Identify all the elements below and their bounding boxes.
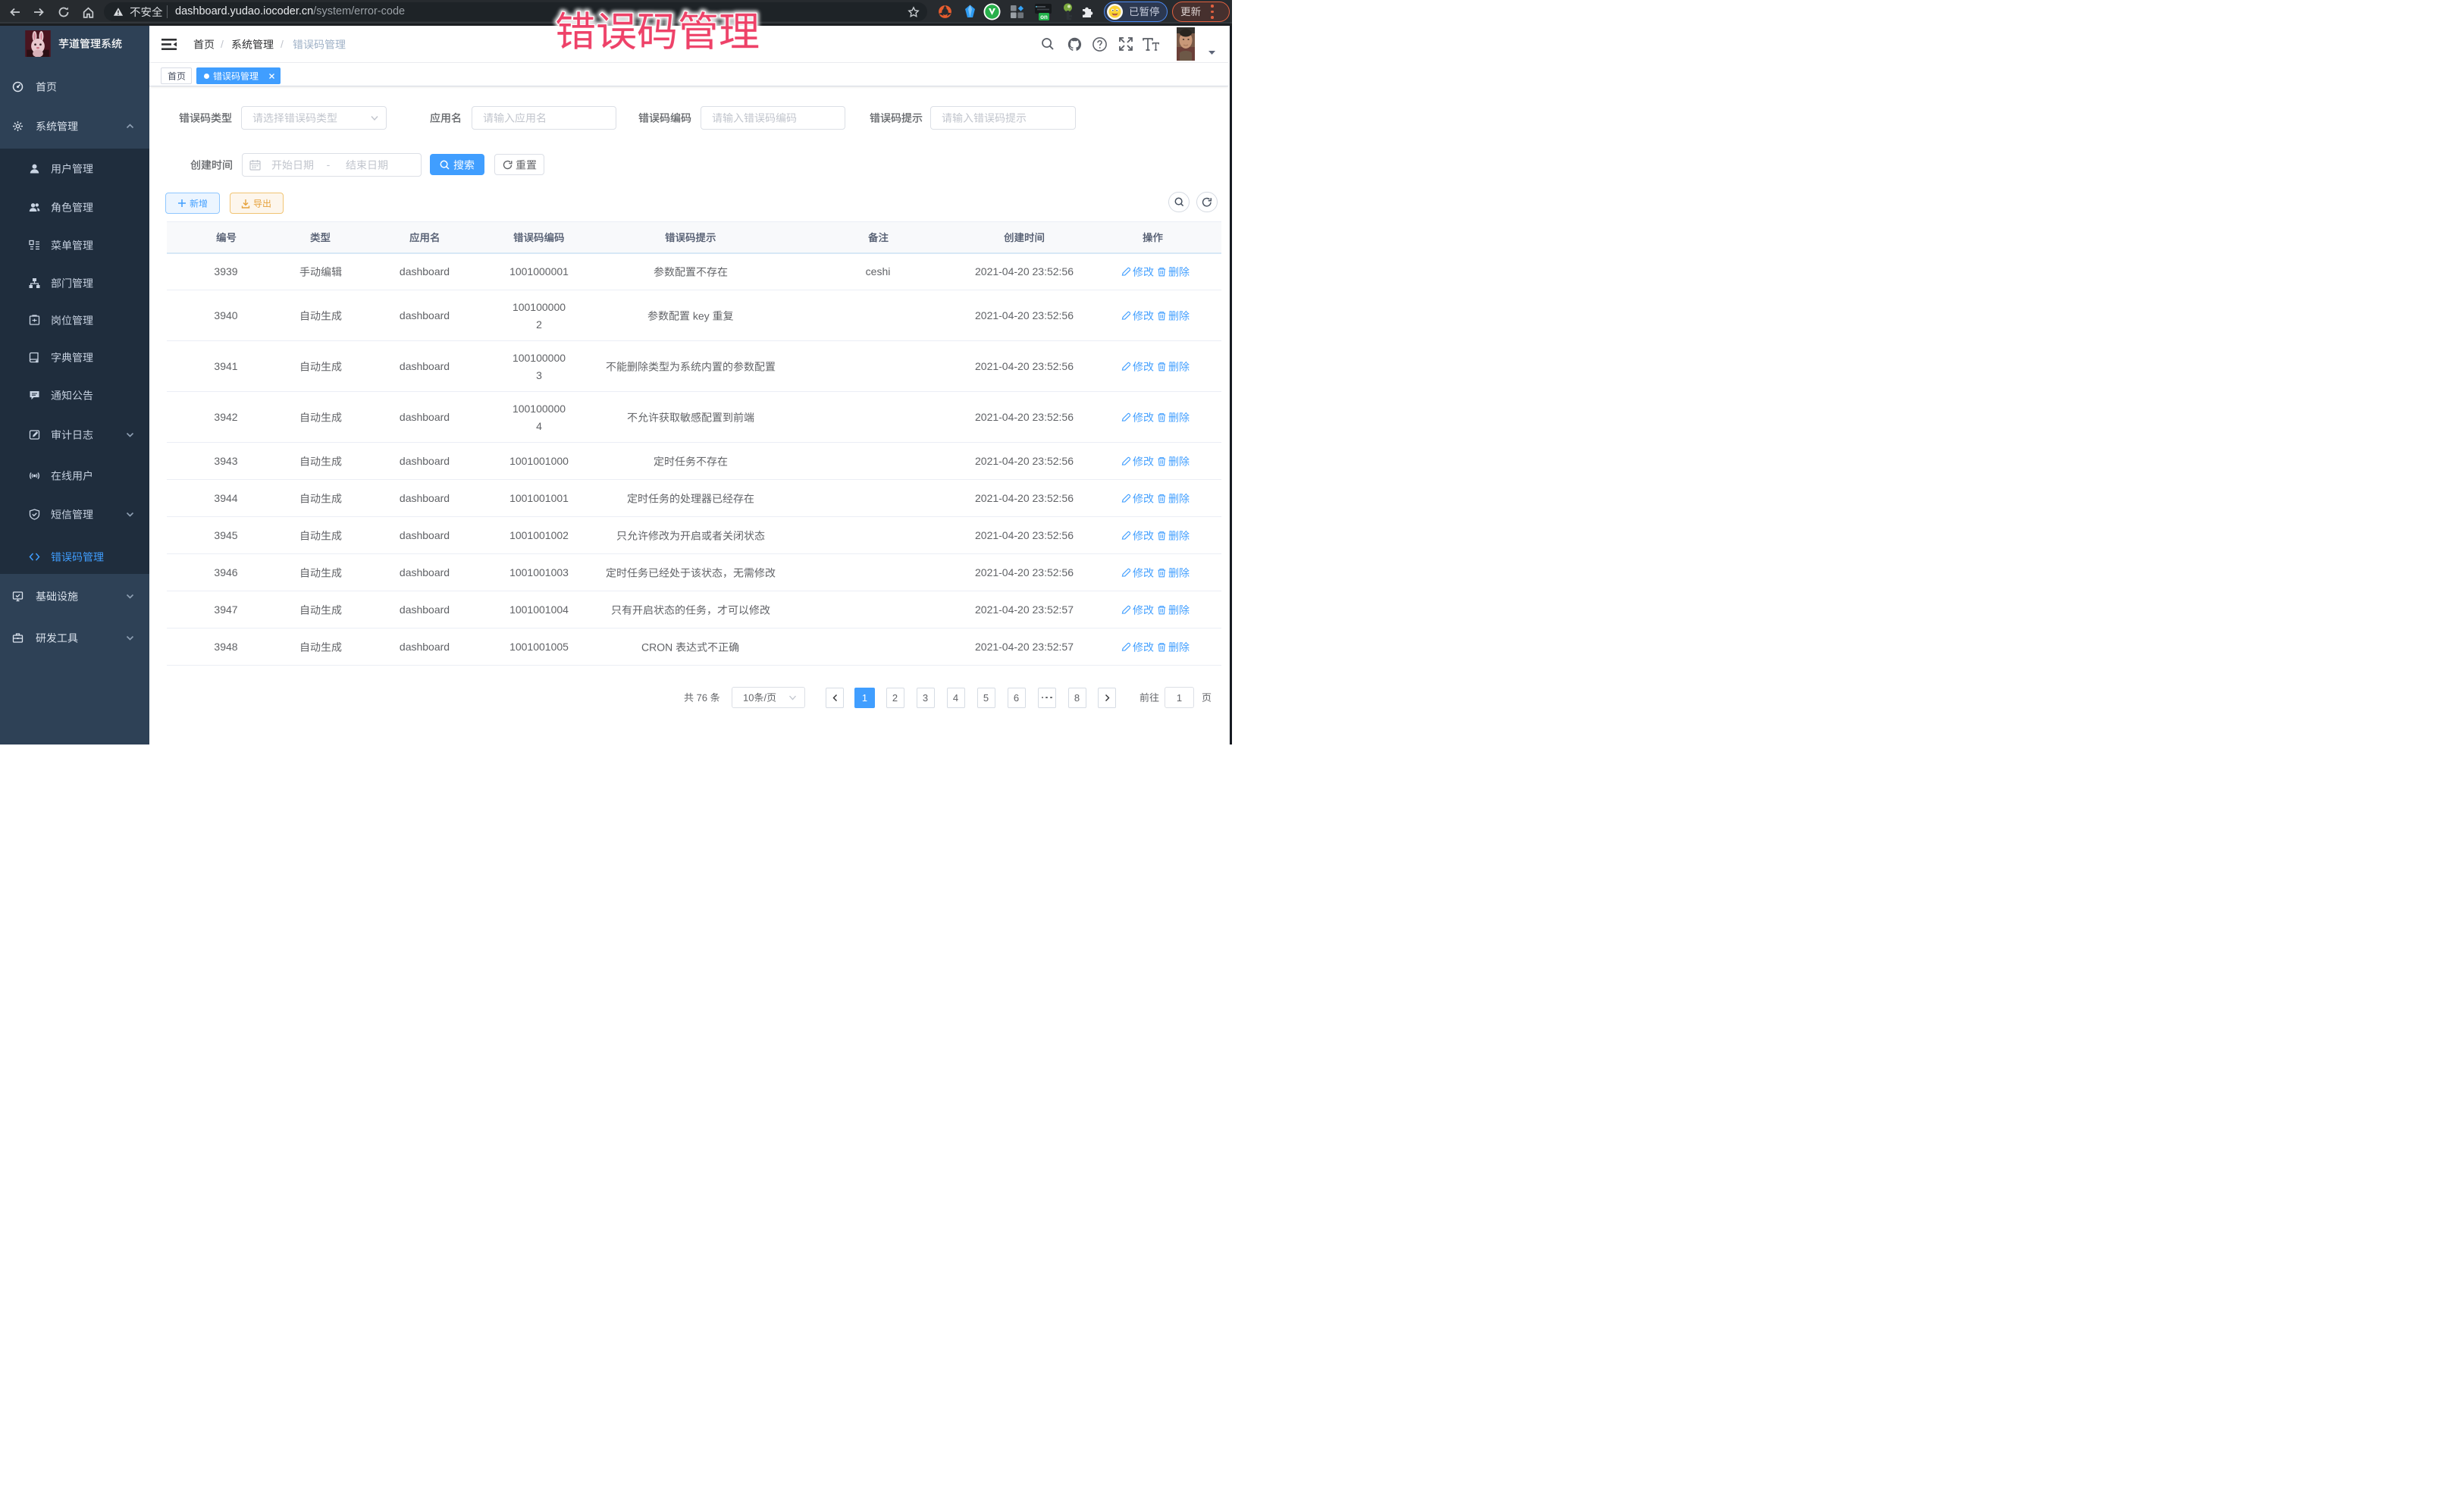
svg-text:on: on xyxy=(1040,14,1048,20)
